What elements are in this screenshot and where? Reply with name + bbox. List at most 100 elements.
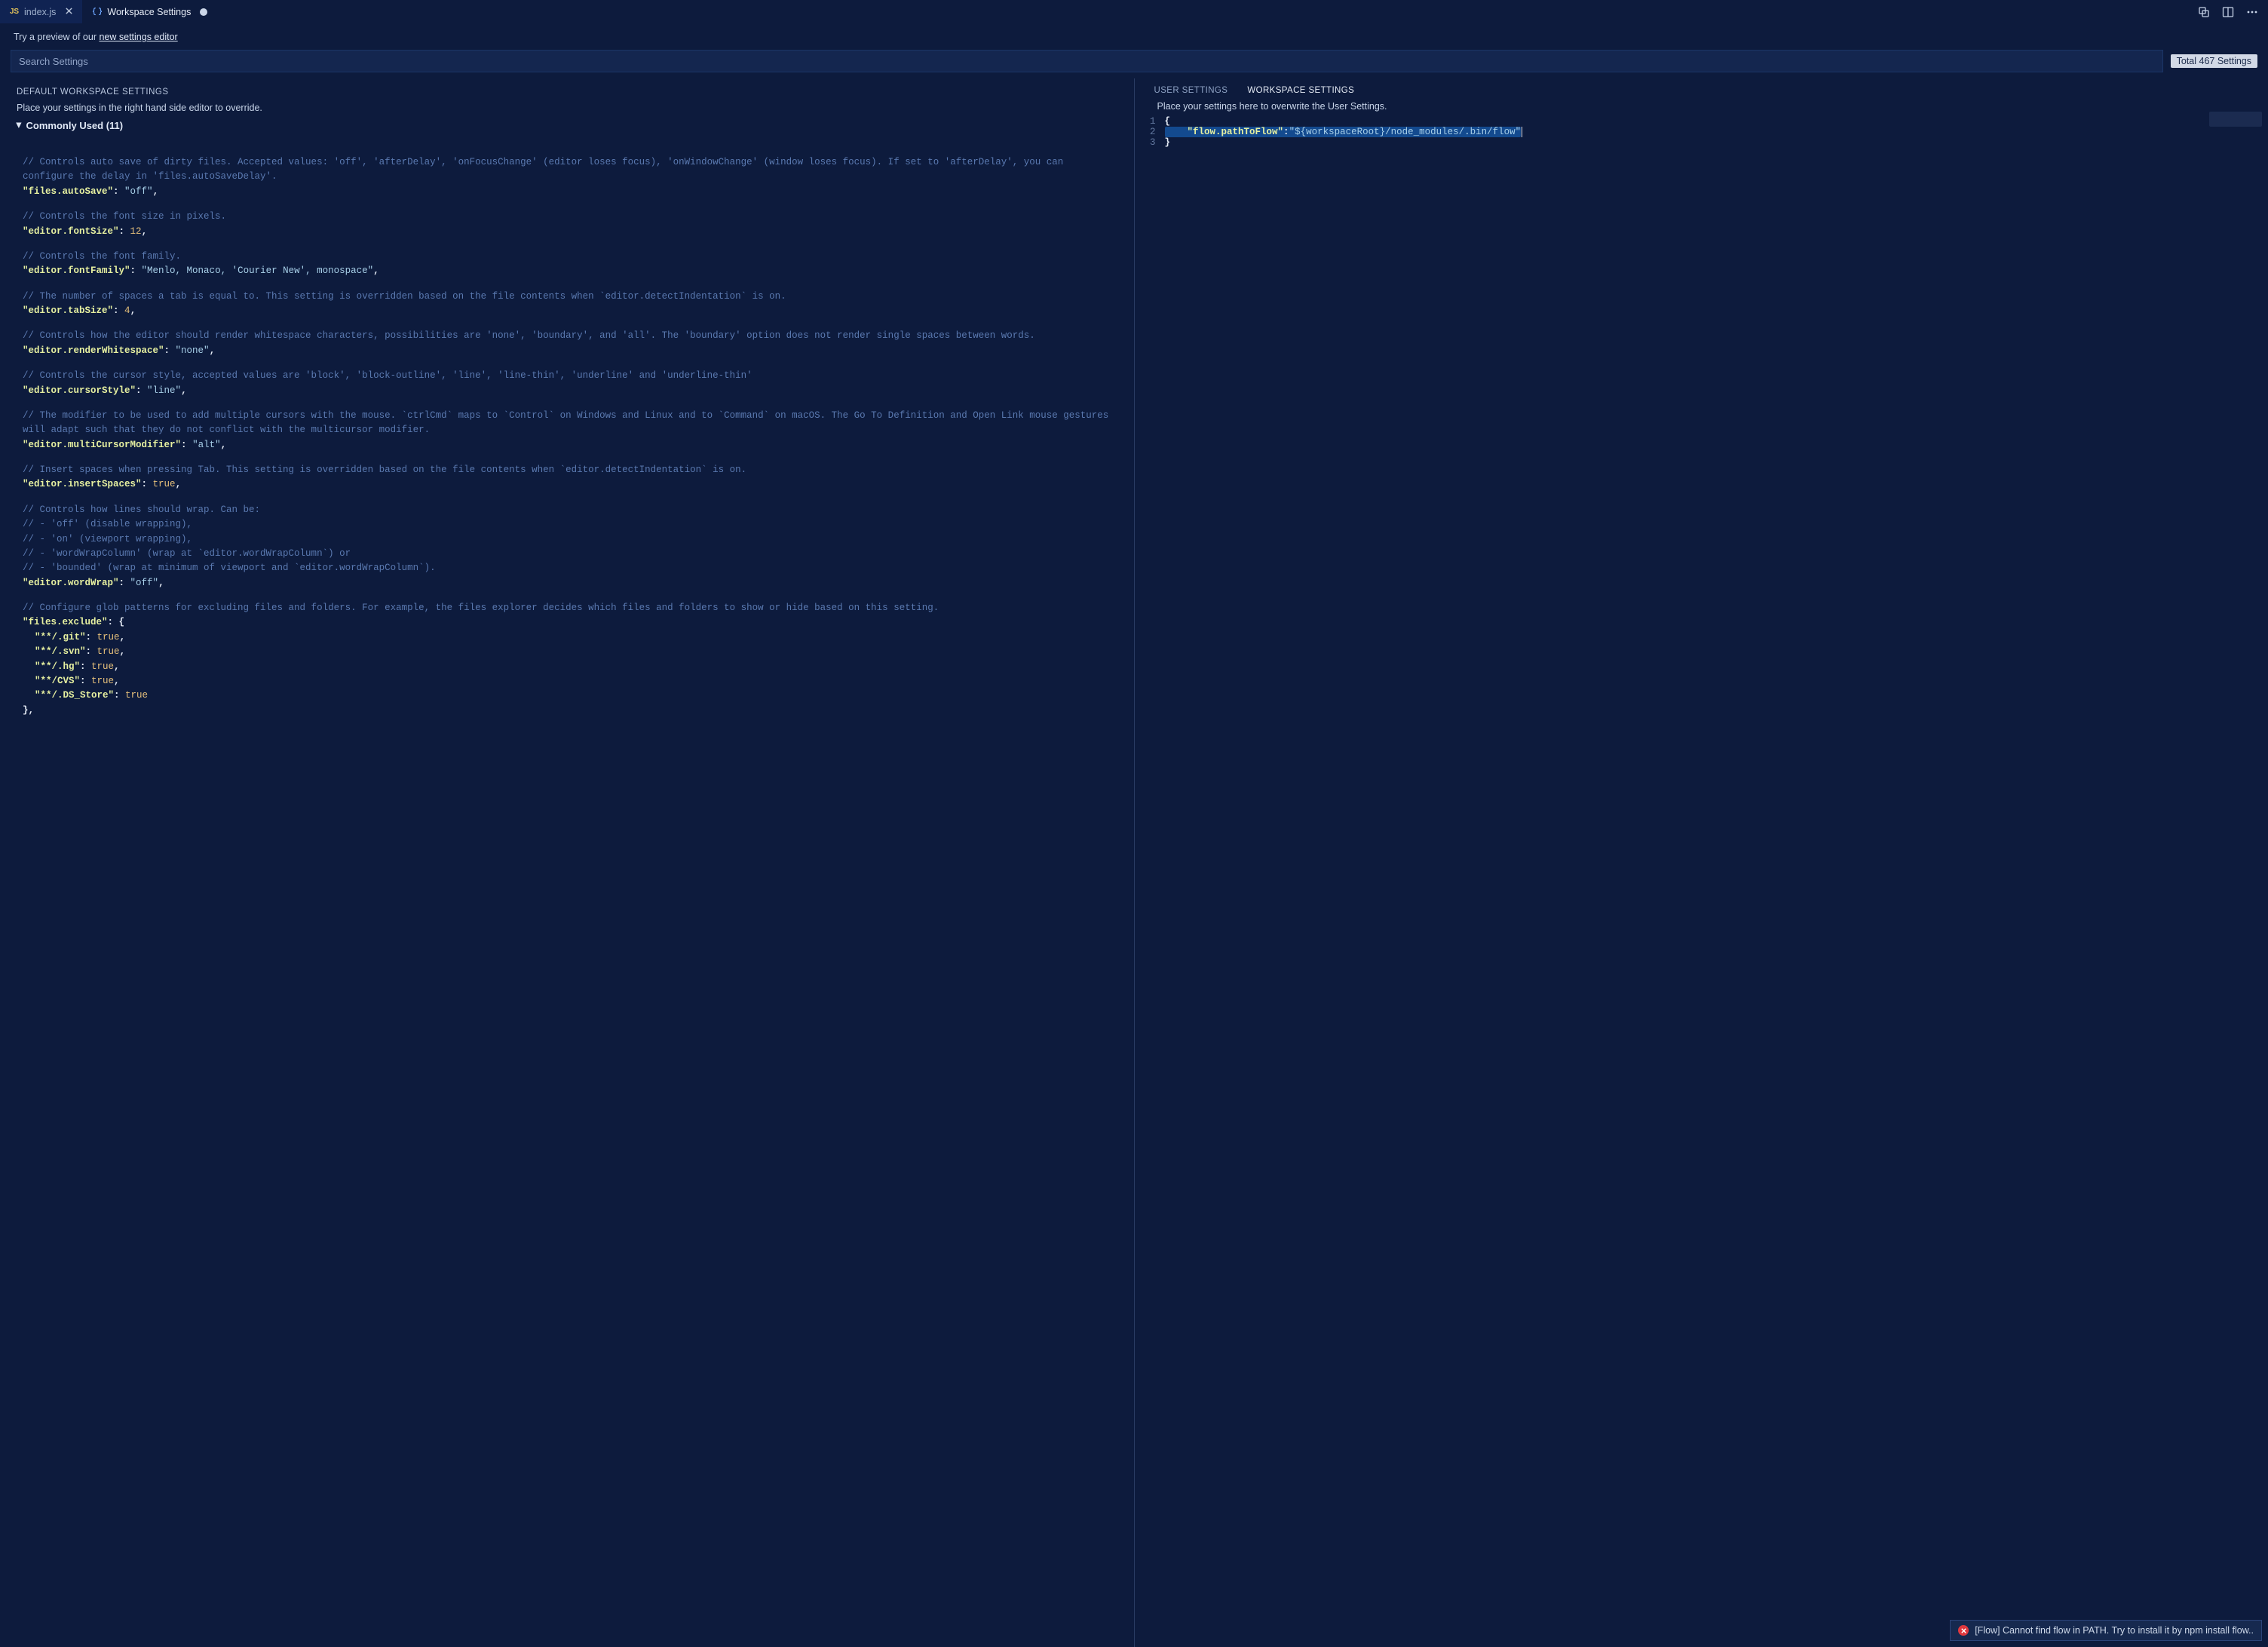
- tab-bar: JS index.js Workspace Settings: [0, 0, 2268, 24]
- search-row: Total 467 Settings: [11, 50, 2257, 72]
- separator: :: [164, 345, 176, 356]
- setting-key: "editor.fontFamily": [23, 265, 130, 276]
- chevron-down-icon: ▸: [13, 123, 25, 128]
- title-actions: [2197, 0, 2268, 23]
- setting-key: "editor.cursorStyle": [23, 385, 136, 396]
- setting-comment: // Controls the font family.: [23, 250, 1111, 264]
- setting-value: "none": [176, 345, 210, 356]
- setting-comment: // - 'off' (disable wrapping),: [23, 517, 1111, 532]
- trailing-comma: ,: [142, 226, 148, 237]
- setting-key: "editor.fontSize": [23, 226, 119, 237]
- setting-comment: // Controls the font size in pixels.: [23, 210, 1111, 224]
- notification-text: [Flow] Cannot find flow in PATH. Try to …: [1975, 1625, 2254, 1636]
- default-settings-header: Default Workspace Settings: [0, 78, 1134, 98]
- settings-split: Default Workspace Settings Place your se…: [0, 78, 2268, 1647]
- setting-value: "line": [147, 385, 181, 396]
- setting-comment: // Configure glob patterns for excluding…: [23, 601, 1111, 615]
- settings-json-editor[interactable]: 1 2 3 { "flow.pathToFlow":"${workspaceRo…: [1135, 115, 2268, 178]
- trailing-comma: ,: [130, 305, 136, 316]
- trailing-comma: ,: [176, 479, 182, 489]
- default-settings-hint: Place your settings in the right hand si…: [0, 98, 1134, 115]
- new-settings-editor-link[interactable]: new settings editor: [99, 32, 177, 42]
- error-icon: [1958, 1625, 1969, 1636]
- line-number-gutter: 1 2 3: [1135, 116, 1165, 148]
- setting-comment: // The modifier to be used to add multip…: [23, 409, 1111, 438]
- preview-banner: Try a preview of our new settings editor: [0, 24, 2268, 47]
- total-settings-badge: Total 467 Settings: [2171, 54, 2257, 68]
- line-number: 3: [1135, 137, 1156, 148]
- group-label: Commonly Used (11): [26, 120, 124, 131]
- tab-workspace-settings[interactable]: Workspace Settings: [83, 0, 217, 23]
- setting-value: true: [153, 479, 176, 489]
- setting-key: "editor.wordWrap": [23, 578, 119, 588]
- notification-toast[interactable]: [Flow] Cannot find flow in PATH. Try to …: [1950, 1620, 2262, 1641]
- setting-value: "alt": [192, 440, 221, 450]
- dirty-indicator-icon: [200, 8, 207, 16]
- separator: :: [136, 385, 147, 396]
- search-settings-input[interactable]: [11, 50, 2163, 72]
- override-hint: Place your settings here to overwrite th…: [1135, 97, 2268, 115]
- setting-comment: // The number of spaces a tab is equal t…: [23, 290, 1111, 304]
- trailing-comma: ,: [153, 186, 159, 197]
- setting-comment: // - 'bounded' (wrap at minimum of viewp…: [23, 561, 1111, 575]
- setting-value: "${workspaceRoot}/node_modules/.bin/flow…: [1289, 127, 1522, 137]
- line-number: 2: [1135, 127, 1156, 137]
- commonly-used-group[interactable]: ▸ Commonly Used (11): [0, 115, 1134, 137]
- separator: :: [181, 440, 192, 450]
- object-close: },: [23, 704, 1111, 718]
- indent: [1165, 127, 1188, 137]
- setting-value: "off": [130, 578, 159, 588]
- separator: :: [119, 578, 130, 588]
- more-actions-icon[interactable]: [2245, 5, 2259, 19]
- tab-label: Workspace Settings: [107, 7, 191, 17]
- object-entry: "**/.DS_Store": true: [23, 689, 1111, 703]
- trailing-comma: ,: [221, 440, 227, 450]
- setting-comment: // Controls auto save of dirty files. Ac…: [23, 155, 1111, 185]
- separator: :: [130, 265, 142, 276]
- separator: :: [119, 226, 130, 237]
- setting-value: 12: [130, 226, 142, 237]
- setting-value: 4: [124, 305, 130, 316]
- split-editor-icon[interactable]: [2221, 5, 2235, 19]
- setting-comment: // Insert spaces when pressing Tab. This…: [23, 463, 1111, 477]
- setting-key: "editor.multiCursorModifier": [23, 440, 181, 450]
- tab-workspace-settings-scope[interactable]: Workspace Settings: [1247, 86, 1354, 95]
- default-settings-pane[interactable]: Default Workspace Settings Place your se…: [0, 78, 1135, 1647]
- tab-label: index.js: [24, 7, 56, 17]
- object-entry: "**/.hg": true,: [23, 660, 1111, 674]
- trailing-comma: ,: [210, 345, 216, 356]
- setting-comment: // Controls the cursor style, accepted v…: [23, 369, 1111, 383]
- code-area[interactable]: { "flow.pathToFlow":"${workspaceRoot}/no…: [1165, 116, 2268, 148]
- tab-user-settings[interactable]: User Settings: [1154, 86, 1228, 95]
- setting-key: "flow.pathToFlow": [1188, 127, 1284, 137]
- setting-key: "files.autoSave": [23, 186, 113, 197]
- brace-open: {: [1165, 116, 1171, 127]
- default-settings-body: // Controls auto save of dirty files. Ac…: [0, 137, 1134, 750]
- settings-scope-tabs: User Settings Workspace Settings: [1135, 78, 2268, 97]
- setting-comment: // - 'on' (viewport wrapping),: [23, 532, 1111, 547]
- tab-index-js[interactable]: JS index.js: [0, 0, 83, 23]
- setting-value: "Menlo, Monaco, 'Courier New', monospace…: [142, 265, 374, 276]
- override-settings-pane[interactable]: User Settings Workspace Settings Place y…: [1135, 78, 2268, 1647]
- object-entry: "**/CVS": true,: [23, 674, 1111, 689]
- colon: :: [1283, 127, 1289, 137]
- braces-icon: [92, 7, 103, 17]
- brace-close: }: [1165, 137, 1171, 148]
- setting-key: "editor.insertSpaces": [23, 479, 142, 489]
- setting-comment: // - 'wordWrapColumn' (wrap at `editor.w…: [23, 547, 1111, 561]
- trailing-comma: ,: [373, 265, 379, 276]
- setting-value: "off": [124, 186, 153, 197]
- object-entry: "**/.svn": true,: [23, 645, 1111, 659]
- banner-prefix: Try a preview of our: [14, 32, 99, 42]
- js-file-icon: JS: [9, 7, 20, 17]
- object-open: "files.exclude": {: [23, 615, 1111, 630]
- setting-comment: // Controls how the editor should render…: [23, 329, 1111, 343]
- minimap[interactable]: [2209, 112, 2262, 127]
- separator: :: [113, 186, 124, 197]
- trailing-comma: ,: [158, 578, 164, 588]
- open-settings-json-icon[interactable]: [2197, 5, 2211, 19]
- trailing-comma: ,: [181, 385, 187, 396]
- close-icon[interactable]: [65, 7, 73, 17]
- separator: :: [113, 305, 124, 316]
- setting-comment: // Controls how lines should wrap. Can b…: [23, 503, 1111, 517]
